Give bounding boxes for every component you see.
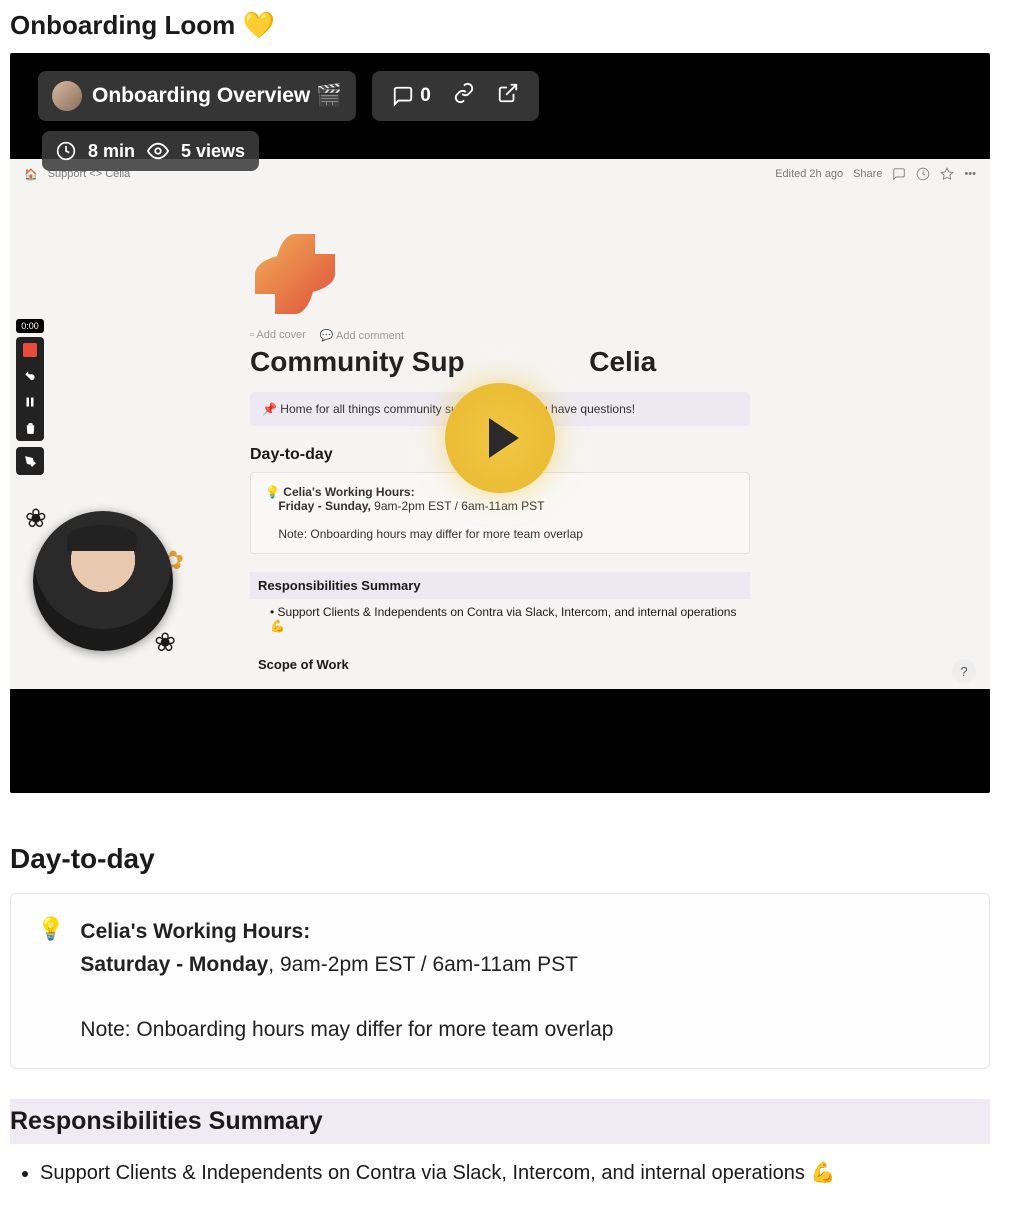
responsibilities-heading: Responsibilities Summary [10,1107,990,1136]
video-actions-pill: 0 [372,71,539,121]
video-title-pill[interactable]: Onboarding Overview 🎬 [38,71,356,121]
pause-button[interactable] [16,389,44,415]
working-hours-callout: 💡 Celia's Working Hours: Saturday - Mond… [10,893,990,1069]
hours-days: Saturday - Monday [80,953,268,976]
open-external-button[interactable] [497,82,519,110]
help-button[interactable]: ? [952,659,976,683]
responsibilities-section: Responsibilities Summary [10,1099,990,1144]
edited-label: Edited 2h ago [775,168,843,180]
responsibilities-item: Support Clients & Independents on Contra… [40,1158,980,1188]
comment-button[interactable]: 0 [392,85,431,107]
clock-small-icon [916,167,930,181]
bulb-icon: 💡 [37,916,64,942]
recording-time: 0:00 [16,319,44,333]
flower-decoration-icon: ❀ [25,503,47,534]
eye-icon [147,140,169,162]
responsibilities-list: Support Clients & Independents on Contra… [40,1158,980,1188]
daytoday-heading: Day-to-day [10,843,1011,875]
presenter-avatar-small [52,81,82,111]
comment-count: 0 [420,85,431,107]
notion-scope-heading: Scope of Work [250,651,750,678]
notion-resp-item: • Support Clients & Independents on Cont… [250,599,750,633]
link-icon [453,82,475,104]
page-title: Onboarding Loom 💛 [10,10,1011,41]
hours-label: Celia's Working Hours: [80,920,310,943]
video-meta-pill: 8 min 5 views [42,131,259,171]
draw-button[interactable] [16,447,44,475]
loom-video-embed[interactable]: Onboarding Overview 🎬 0 8 min 5 views 🏠 … [10,53,990,793]
add-cover-action: ▫ Add cover [250,329,306,342]
video-duration: 8 min [88,141,135,162]
hours-times: , 9am-2pm EST / 6am-11am PST [268,953,578,976]
comment-small-icon [892,167,906,181]
delete-button[interactable] [16,415,44,441]
external-link-icon [497,82,519,104]
recording-toolbar: 0:00 [16,319,44,475]
presenter-bubble[interactable]: ❀ ✿ ❀ [25,503,180,658]
notion-resp-heading: Responsibilities Summary [250,572,750,599]
more-icon: ••• [964,168,976,180]
star-icon [940,167,954,181]
add-comment-action: 💬 Add comment [320,329,404,342]
page-logo [250,229,340,319]
undo-button[interactable] [16,363,44,389]
video-views: 5 views [181,141,245,162]
video-title: Onboarding Overview 🎬 [92,84,342,108]
home-icon: 🏠 [24,168,38,181]
copy-link-button[interactable] [453,82,475,110]
clock-icon [56,141,76,161]
notion-page-title: Community SupxxxxxxxxCelia [250,346,750,378]
comment-icon [392,85,414,107]
play-button[interactable] [445,383,555,493]
hours-note: Note: Onboarding hours may differ for mo… [80,1018,613,1041]
share-label: Share [853,168,882,180]
flower-decoration-icon: ❀ [154,627,176,658]
stop-record-button[interactable] [16,337,44,363]
